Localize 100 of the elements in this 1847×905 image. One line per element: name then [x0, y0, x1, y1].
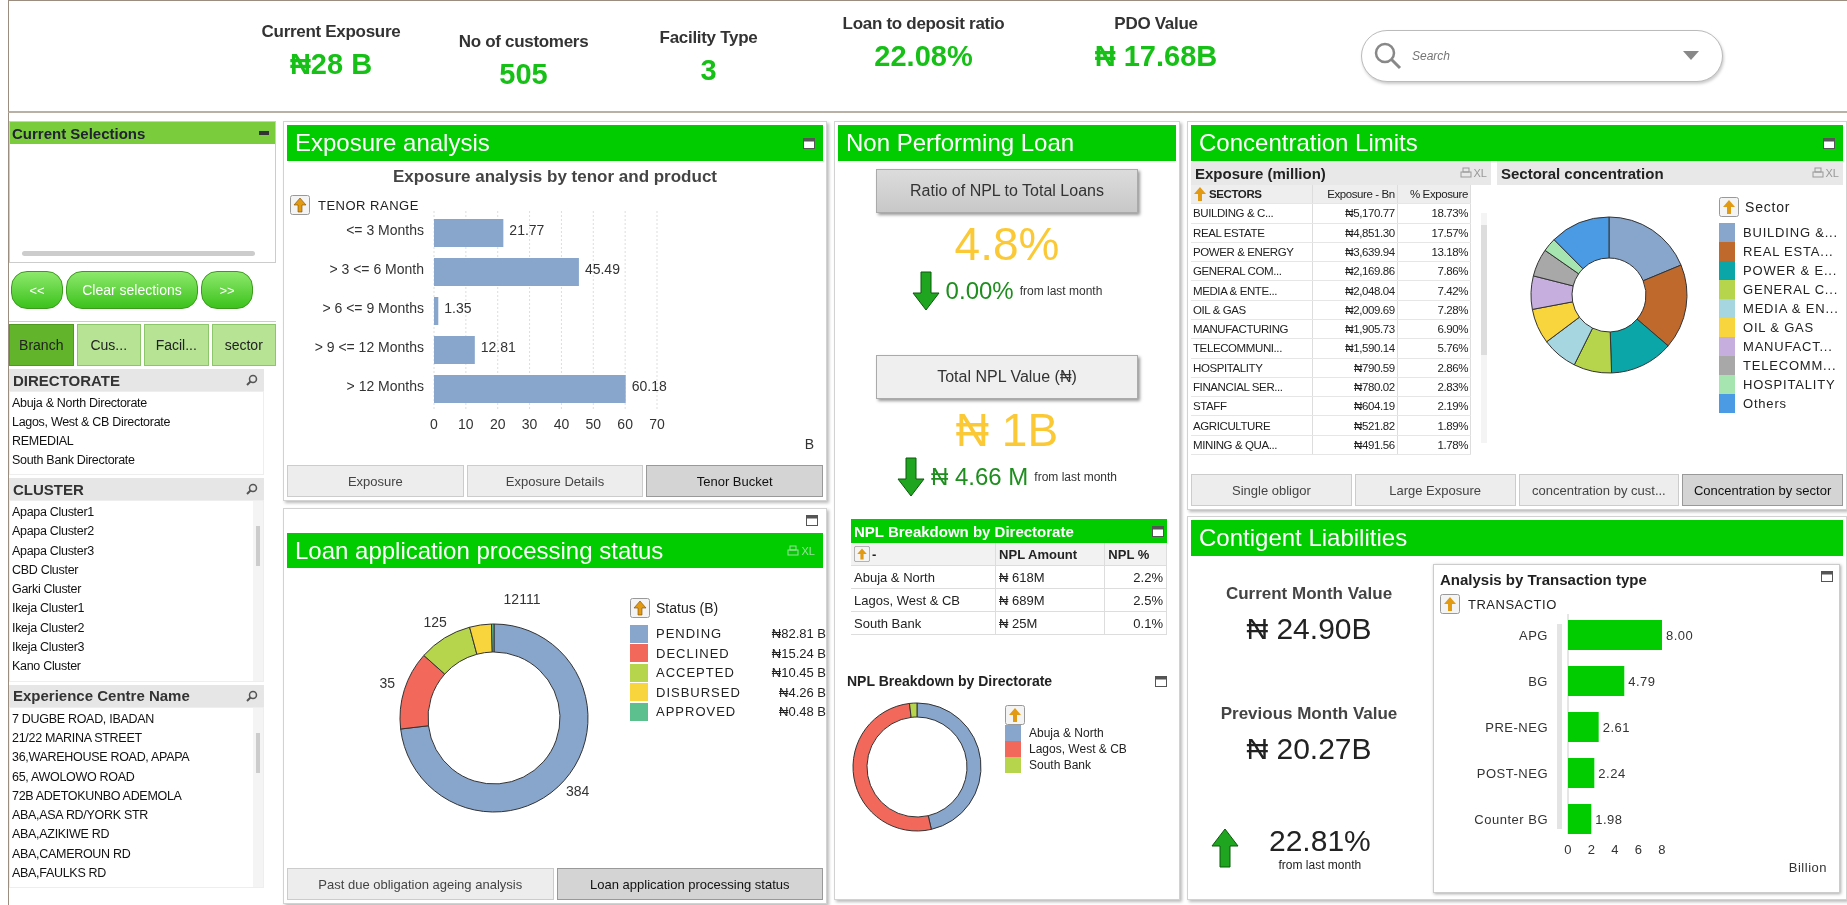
- tab[interactable]: Exposure: [287, 465, 464, 497]
- table-cell: 0.1%: [1133, 615, 1163, 631]
- list-item[interactable]: 21/22 MARINA STREET: [12, 728, 253, 749]
- metric-button[interactable]: Total NPL Value (₦): [876, 355, 1138, 399]
- donut-slice[interactable]: [1532, 249, 1580, 287]
- donut-slice[interactable]: [491, 623, 495, 653]
- legend-label: POWER & E...: [1743, 263, 1838, 278]
- legend-label: DECLINED: [656, 645, 731, 661]
- maximize-icon[interactable]: [1821, 571, 1833, 582]
- legend-label: ACCEPTED: [656, 665, 736, 681]
- axis-tick: 40: [553, 416, 570, 432]
- donut-slice[interactable]: [1609, 318, 1669, 374]
- category-label: <= 3 Months: [346, 222, 424, 238]
- search-field[interactable]: Search: [1361, 30, 1723, 82]
- table-cell: 17.57%: [1431, 226, 1468, 239]
- dimension-label: TENOR RANGE: [318, 197, 419, 213]
- donut-slice[interactable]: [1608, 216, 1682, 282]
- tab[interactable]: Cus...: [76, 324, 141, 366]
- tab[interactable]: Exposure Details: [466, 465, 644, 497]
- list-item[interactable]: Kano Cluster: [12, 657, 253, 677]
- tab[interactable]: Loan application processing status: [556, 868, 823, 900]
- maximize-icon[interactable]: [1152, 525, 1164, 537]
- donut-slice[interactable]: [1531, 301, 1580, 343]
- legend-label: South Bank: [1029, 758, 1092, 772]
- tab[interactable]: Large Exposure: [1354, 474, 1516, 506]
- up-arrow-icon[interactable]: [630, 598, 650, 618]
- maximize-icon[interactable]: [1155, 675, 1167, 687]
- legend-value: ₦15.24 B: [770, 645, 826, 661]
- table-cell: ₦491.56: [1354, 438, 1395, 451]
- table-cell: 1.78%: [1437, 438, 1468, 451]
- donut-slice[interactable]: [399, 654, 446, 730]
- tab[interactable]: Tenor Bucket: [646, 465, 823, 497]
- tab[interactable]: Past due obligation ageing analysis: [287, 868, 554, 900]
- tab[interactable]: concentration by cust...: [1518, 474, 1680, 506]
- search-icon[interactable]: [246, 374, 258, 386]
- list-item[interactable]: Apapa Cluster2: [12, 522, 253, 542]
- table-cell: ₦780.02: [1354, 380, 1395, 393]
- category-label: APG: [1519, 628, 1548, 643]
- search-icon[interactable]: [246, 689, 258, 702]
- donut-slice[interactable]: [909, 702, 918, 718]
- list-item[interactable]: 7 DUGBE ROAD, IBADAN: [12, 709, 253, 729]
- list-item[interactable]: 72B ADETOKUNBO ADEMOLA: [12, 786, 253, 807]
- table-cell: REAL ESTATE: [1193, 226, 1265, 239]
- scrollbar[interactable]: [253, 707, 263, 888]
- tab[interactable]: Concentration by sector: [1682, 474, 1843, 506]
- table-cell: BUILDING & C...: [1193, 207, 1274, 220]
- list-item[interactable]: 65, AWOLOWO ROAD: [12, 767, 253, 787]
- panel-title: Exposure analysis: [295, 129, 490, 157]
- legend-label: Lagos, West & CB: [1029, 742, 1127, 756]
- donut-slice[interactable]: [852, 702, 932, 832]
- unit-label: B: [804, 436, 814, 452]
- search-icon[interactable]: [246, 483, 258, 495]
- metric-button[interactable]: Ratio of NPL to Total Loans: [876, 169, 1138, 213]
- list-item[interactable]: Apapa Cluster3: [12, 541, 253, 561]
- list-item[interactable]: CBD Cluster: [12, 560, 253, 581]
- list-item[interactable]: South Bank Directorate: [12, 451, 263, 470]
- donut-slice[interactable]: [1544, 239, 1584, 275]
- maximize-icon[interactable]: [1823, 137, 1835, 149]
- table-cell: 6.90%: [1437, 323, 1468, 336]
- tab[interactable]: sector: [211, 324, 276, 366]
- legend-label: DISBURSED: [656, 684, 742, 700]
- kpi-label: No of customers: [458, 31, 589, 52]
- scrollbar[interactable]: [253, 501, 263, 681]
- list-item[interactable]: ABA,ASA RD/YORK STR: [12, 806, 253, 826]
- column-header[interactable]: -: [872, 546, 877, 562]
- list-item[interactable]: ABA,FAULKS RD: [12, 864, 253, 884]
- donut-slice[interactable]: [1573, 327, 1613, 374]
- donut-slice[interactable]: [469, 623, 493, 655]
- axis-tick: 60: [617, 416, 633, 432]
- maximize-icon[interactable]: [803, 137, 815, 149]
- legend-label: Others: [1743, 396, 1787, 411]
- up-arrow-icon[interactable]: [290, 195, 310, 215]
- table-cell: 18.73%: [1431, 207, 1468, 220]
- donut-slice[interactable]: [1553, 216, 1610, 270]
- list-item[interactable]: Ikeja Cluster1: [12, 599, 253, 619]
- scrollbar[interactable]: [1557, 624, 1562, 829]
- tab[interactable]: Facil...: [144, 324, 209, 366]
- dropdown-caret-icon[interactable]: [1683, 51, 1699, 61]
- list-item[interactable]: Abuja & North Directorate: [12, 394, 263, 413]
- donut-slice[interactable]: [1530, 275, 1574, 310]
- list-item[interactable]: Apapa Cluster1: [12, 503, 253, 523]
- scrollbar[interactable]: [22, 251, 255, 256]
- list-item[interactable]: REMEDIAL: [12, 432, 263, 451]
- donut-slice[interactable]: [1546, 316, 1594, 366]
- donut-slice[interactable]: [916, 702, 982, 830]
- list-item[interactable]: Ikeja Cluster3: [12, 638, 253, 658]
- list-item[interactable]: ABA,CAMEROUN RD: [12, 844, 253, 865]
- list-title: Experience Centre Name: [13, 687, 190, 705]
- tab[interactable]: Single obligor: [1191, 474, 1352, 506]
- list-item[interactable]: ABA,AZIKIWE RD: [12, 825, 253, 845]
- metric-label: Previous Month Value: [1220, 704, 1398, 724]
- list-item[interactable]: Garki Cluster: [12, 580, 253, 600]
- tab[interactable]: Branch: [9, 324, 74, 366]
- donut-slice[interactable]: [423, 626, 478, 675]
- list-item[interactable]: Lagos, West & CB Directorate: [12, 413, 263, 432]
- scrollbar[interactable]: [1481, 213, 1487, 443]
- list-item[interactable]: 36,WAREHOUSE ROAD, APAPA: [12, 748, 253, 768]
- donut-slice[interactable]: [1636, 264, 1688, 347]
- list-item[interactable]: Ikeja Cluster2: [12, 618, 253, 639]
- maximize-icon[interactable]: [806, 515, 818, 526]
